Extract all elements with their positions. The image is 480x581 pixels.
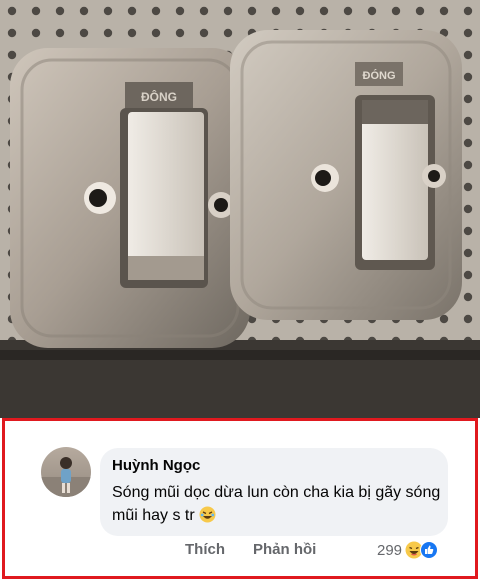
right-switch: ĐÓNG xyxy=(230,30,462,320)
comment-bubble: Huỳnh Ngọc Sóng mũi dọc dừa lun còn cha … xyxy=(100,448,448,536)
highlighted-comment: Huỳnh Ngọc Sóng mũi dọc dừa lun còn cha … xyxy=(2,418,478,579)
svg-text:ĐÔNG: ĐÔNG xyxy=(141,89,177,104)
svg-text:ĐÓNG: ĐÓNG xyxy=(363,69,396,82)
reaction-summary[interactable]: 299 xyxy=(377,539,439,561)
comment-body: Sóng mũi dọc dừa lun còn cha kia bị gãy … xyxy=(112,484,441,524)
left-switch: ĐÔNG xyxy=(10,48,250,348)
like-reaction-icon xyxy=(420,541,439,559)
post-photo[interactable]: ĐÔNG ĐÓNG xyxy=(0,0,480,418)
avatar[interactable] xyxy=(41,447,91,497)
comment-author[interactable]: Huỳnh Ngọc xyxy=(112,457,200,474)
like-button[interactable]: Thích xyxy=(185,541,225,558)
laughing-face-emoji xyxy=(199,506,216,523)
comment-text: Sóng mũi dọc dừa lun còn cha kia bị gãy … xyxy=(112,481,442,527)
reply-button[interactable]: Phản hồi xyxy=(253,541,316,558)
reaction-count: 299 xyxy=(377,541,403,559)
